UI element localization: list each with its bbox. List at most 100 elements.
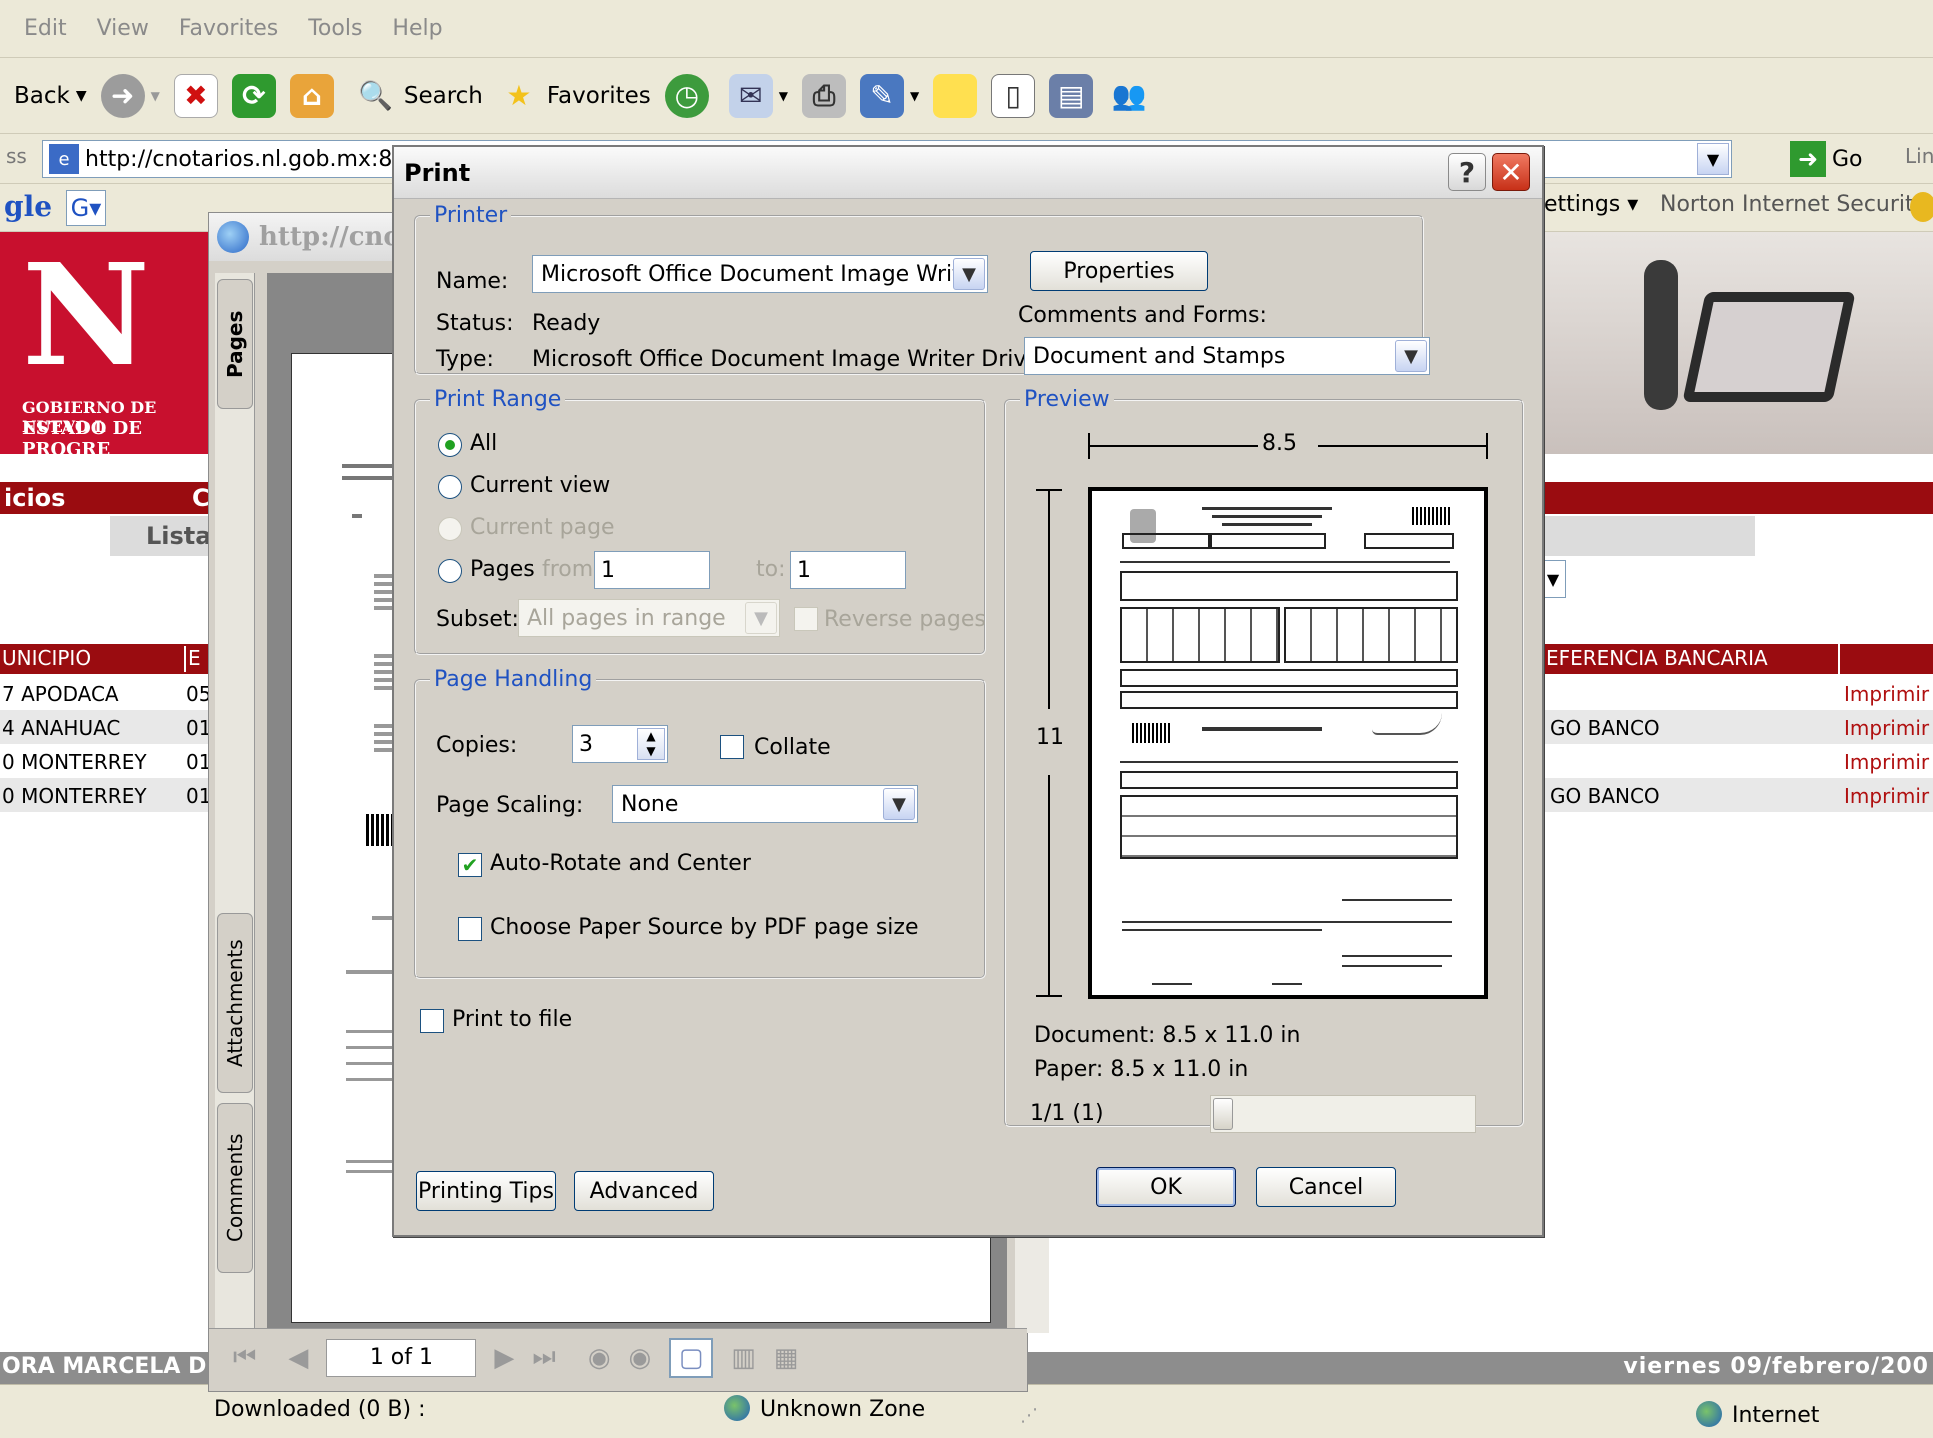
table-right: Imprimir GO BANCO Imprimir Imprimir GO BANCO…: [1540, 676, 1933, 812]
back-view-icon[interactable]: ◉: [588, 1343, 611, 1373]
favorites-button[interactable]: ★ Favorites: [497, 74, 650, 118]
tab-comments[interactable]: Comments: [217, 1103, 253, 1273]
page-indicator[interactable]: 1 of 1: [326, 1338, 477, 1377]
collate-checkbox[interactable]: [720, 735, 744, 759]
table-row: Imprimir: [1540, 676, 1933, 710]
municipio-cell: 4 ANAHUAC: [2, 716, 121, 740]
filter-area: [1540, 516, 1755, 556]
menu-edit[interactable]: Edit: [24, 16, 67, 41]
height-dimension: 11: [1034, 489, 1064, 997]
chevron-down-icon: ▼: [883, 788, 915, 820]
google-logo: gle: [4, 190, 53, 223]
stop-icon[interactable]: ✖: [173, 73, 218, 118]
printer-status-value: Ready: [532, 311, 601, 336]
imprimir-link[interactable]: Imprimir: [1844, 716, 1929, 740]
slider-thumb[interactable]: [1213, 1098, 1233, 1130]
tab-attachments[interactable]: Attachments: [217, 913, 253, 1093]
next-page-icon[interactable]: ▶: [494, 1343, 514, 1373]
table-row: 0 MONTERREY 01: [0, 778, 211, 812]
help-icon: ?: [1458, 155, 1476, 189]
table-header-left: UNICIPIO E: [0, 644, 210, 674]
research-icon[interactable]: ▤: [1049, 73, 1094, 118]
pages-from-input[interactable]: 1: [594, 551, 710, 589]
google-g-icon[interactable]: G▾: [66, 190, 106, 226]
table-row: Imprimir: [1540, 744, 1933, 778]
paper-size: Paper: 8.5 x 11.0 in: [1034, 1057, 1249, 1082]
print-to-file-checkbox[interactable]: [420, 1009, 444, 1033]
help-button[interactable]: ?: [1448, 153, 1486, 191]
history-icon[interactable]: ◷: [664, 73, 709, 118]
forward-view-icon[interactable]: ◉: [629, 1343, 652, 1373]
imprimir-link[interactable]: Imprimir: [1844, 784, 1929, 808]
go-button[interactable]: ➜ Go: [1790, 140, 1863, 178]
range-pages-radio[interactable]: [438, 559, 462, 583]
preview-page-count: 1/1 (1): [1030, 1101, 1104, 1126]
star-icon: ★: [506, 79, 532, 112]
comments-forms-select[interactable]: Document and Stamps ▼: [1024, 337, 1430, 375]
handshake-banner-image: [1544, 232, 1933, 454]
edit-icon[interactable]: ✎: [860, 73, 905, 118]
ie-globe-icon: [217, 221, 249, 253]
norton-security[interactable]: Norton Internet Security: [1660, 192, 1927, 217]
properties-button[interactable]: Properties: [1030, 251, 1208, 291]
chevron-down-icon: ▼: [745, 602, 777, 634]
people-icon[interactable]: 👥: [1107, 74, 1151, 118]
copies-spinner[interactable]: ▲ ▼: [637, 728, 665, 760]
menu-view[interactable]: View: [97, 16, 149, 41]
menu-tools[interactable]: Tools: [308, 16, 362, 41]
facing-page-icon[interactable]: ▦: [774, 1343, 799, 1373]
menu-help[interactable]: Help: [392, 16, 442, 41]
reverse-pages-checkbox: [794, 607, 818, 631]
imprimir-link[interactable]: Imprimir: [1844, 750, 1929, 774]
mail-icon[interactable]: ✉: [728, 73, 773, 118]
search-icon: 🔍: [358, 79, 394, 112]
note-icon[interactable]: [933, 73, 978, 118]
width-dimension: 8.5: [1088, 431, 1488, 459]
ok-button[interactable]: OK: [1096, 1167, 1236, 1207]
printing-tips-button[interactable]: Printing Tips: [416, 1171, 556, 1211]
page-scaling-select[interactable]: None ▼: [612, 785, 918, 823]
document-size: Document: 8.5 x 11.0 in: [1034, 1023, 1301, 1048]
globe-icon: [724, 1395, 750, 1421]
paper-source-checkbox[interactable]: [458, 917, 482, 941]
advanced-button[interactable]: Advanced: [574, 1171, 714, 1211]
range-current-view-radio[interactable]: [438, 475, 462, 499]
close-button[interactable]: ✕: [1492, 153, 1530, 191]
range-all-radio[interactable]: [438, 433, 462, 457]
pages-to-input[interactable]: 1: [790, 551, 906, 589]
messenger-icon[interactable]: ▯: [991, 73, 1036, 118]
previous-page-icon[interactable]: ◀: [288, 1343, 308, 1373]
home-icon[interactable]: ⌂: [289, 73, 334, 118]
preview-page-thumbnail: [1088, 487, 1488, 999]
auto-rotate-checkbox[interactable]: ✔: [458, 853, 482, 877]
search-button[interactable]: 🔍 Search: [354, 74, 482, 118]
imprimir-link[interactable]: Imprimir: [1844, 682, 1929, 706]
referencia-cell: GO BANCO: [1550, 716, 1660, 740]
municipio-cell: 0 MONTERREY: [2, 750, 147, 774]
print-icon[interactable]: ⎙: [802, 73, 847, 118]
range-current-page-radio: [438, 517, 462, 541]
copies-input[interactable]: 3 ▲ ▼: [572, 725, 668, 763]
first-page-icon[interactable]: ⏮: [233, 1342, 256, 1373]
single-page-icon[interactable]: ▢: [669, 1337, 714, 1378]
printer-name-select[interactable]: Microsoft Office Document Image Writer ▼: [532, 255, 988, 293]
menu-bar: Edit View Favorites Tools Help: [0, 0, 1933, 58]
chevron-down-icon: ▼: [1395, 340, 1427, 372]
address-dropdown[interactable]: ▼: [1697, 143, 1729, 175]
menu-favorites[interactable]: Favorites: [179, 16, 278, 41]
refresh-icon[interactable]: ⟳: [231, 73, 276, 118]
address-label: ss: [6, 144, 27, 168]
forward-icon[interactable]: ➜: [100, 73, 145, 118]
cancel-button[interactable]: Cancel: [1256, 1167, 1396, 1207]
continuous-page-icon[interactable]: ▥: [731, 1343, 756, 1373]
table-row: 0 MONTERREY 01: [0, 744, 211, 778]
navigation-panel: Pages Attachments Comments: [215, 273, 255, 1333]
ie-page-icon: e: [49, 144, 79, 174]
preview-page-slider[interactable]: [1210, 1095, 1476, 1133]
last-page-icon[interactable]: ⏭: [532, 1342, 555, 1373]
resize-grip-icon[interactable]: ⋰: [1020, 1405, 1044, 1429]
tab-pages[interactable]: Pages: [217, 279, 253, 409]
close-icon: ✕: [1499, 155, 1523, 189]
google-settings[interactable]: ettings ▾: [1544, 192, 1638, 217]
back-button[interactable]: Back ▼: [14, 83, 87, 109]
